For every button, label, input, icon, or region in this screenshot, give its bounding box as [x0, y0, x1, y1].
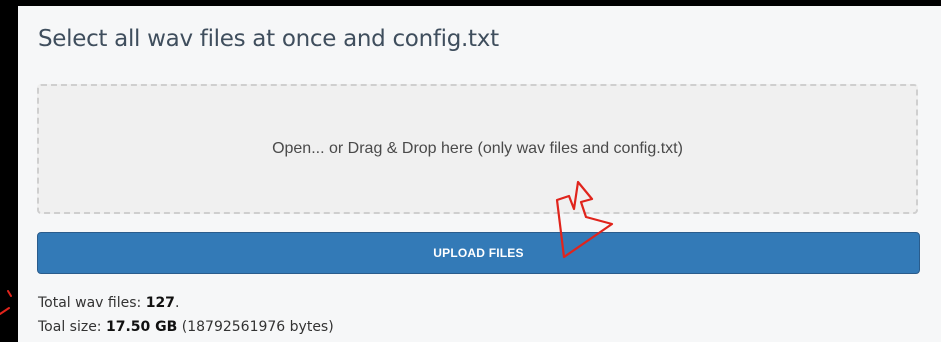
total-size-bytes: (18792561976 bytes): [177, 319, 334, 335]
dropzone-text: Open... or Drag & Drop here (only wav fi…: [272, 140, 683, 157]
marker-stroke: [0, 290, 12, 315]
upload-files-button[interactable]: UPLOAD FILES: [37, 232, 920, 274]
total-size-label: Toal size:: [38, 319, 106, 335]
total-wav-files-value: 127: [145, 295, 175, 311]
total-wav-files-suffix: .: [174, 295, 180, 311]
page-title: Select all wav files at once and config.…: [38, 26, 499, 52]
total-size-line: Toal size: 17.50 GB (18792561976 bytes): [38, 315, 334, 339]
upload-stats: Total wav files: 127. Toal size: 17.50 G…: [38, 291, 334, 339]
file-dropzone[interactable]: Open... or Drag & Drop here (only wav fi…: [37, 84, 918, 214]
total-size-value: 17.50 GB: [105, 319, 178, 335]
total-wav-files-label: Total wav files:: [38, 295, 146, 311]
total-wav-files-line: Total wav files: 127.: [38, 291, 334, 315]
upload-panel: Select all wav files at once and config.…: [18, 6, 941, 342]
red-marker-icon: [0, 290, 12, 315]
